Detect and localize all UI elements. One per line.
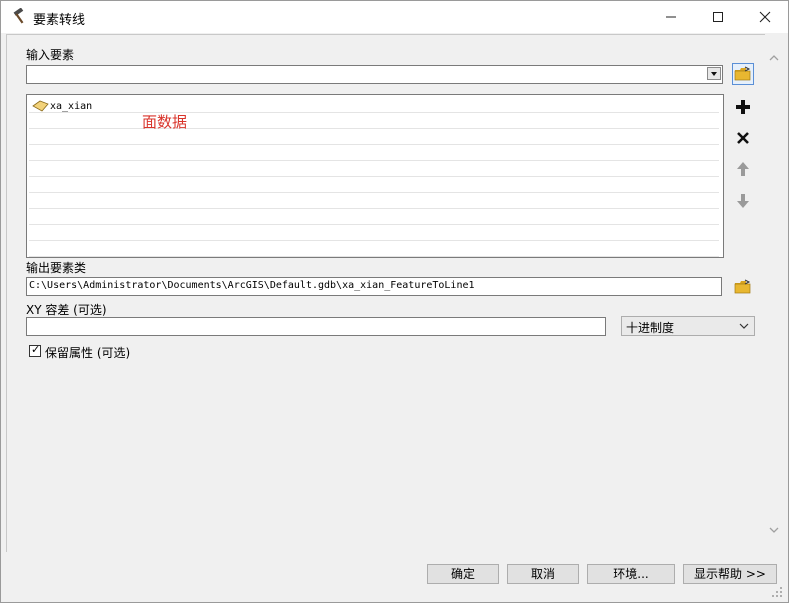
move-down-button[interactable] — [732, 190, 754, 212]
hammer-icon — [11, 7, 29, 26]
open-folder-icon — [734, 279, 751, 294]
list-row — [29, 97, 719, 113]
title-bar[interactable]: 要素转线 — [1, 1, 788, 33]
window-title: 要素转线 — [33, 13, 86, 28]
unit-select[interactable]: 十进制度 — [621, 316, 755, 336]
minimize-button[interactable] — [648, 1, 694, 33]
list-row — [29, 209, 719, 225]
checkmark-icon: ✓ — [31, 343, 41, 356]
annotation-text: 面数据 — [142, 113, 188, 131]
unit-select-value: 十进制度 — [626, 321, 675, 335]
list-row — [29, 225, 719, 241]
list-item[interactable]: xa_xian — [32, 98, 92, 114]
preserve-attributes-checkbox[interactable]: ✓ — [29, 343, 41, 357]
list-row — [29, 193, 719, 209]
move-up-button[interactable] — [732, 158, 754, 180]
combo-dropdown-button[interactable] — [707, 67, 721, 80]
chevron-down-icon — [711, 72, 717, 76]
minimize-icon — [666, 16, 676, 18]
polygon-layer-icon — [32, 100, 49, 112]
add-icon — [736, 100, 750, 114]
list-item-label: xa_xian — [50, 100, 93, 112]
scroll-down-icon[interactable] — [768, 524, 780, 536]
browse-output-button[interactable] — [732, 276, 754, 298]
chevron-down-icon — [739, 323, 749, 329]
move-down-icon — [737, 194, 749, 208]
input-features-list[interactable]: xa_xian — [26, 94, 724, 258]
close-button[interactable] — [742, 1, 788, 33]
xy-tolerance-label: XY 容差 (可选) — [26, 303, 107, 317]
add-button[interactable] — [732, 96, 754, 118]
input-features-label: 输入要素 — [26, 48, 75, 62]
browse-input-button[interactable] — [732, 63, 754, 85]
environments-button[interactable]: 环境... — [587, 564, 675, 584]
remove-icon — [737, 132, 749, 144]
show-help-button[interactable]: 显示帮助 >> — [683, 564, 777, 584]
scroll-up-icon[interactable] — [768, 52, 780, 64]
open-folder-icon — [734, 66, 751, 81]
preserve-attributes-label: 保留属性 (可选) — [45, 346, 131, 360]
tool-dialog: 要素转线 输入要素 xa_xian 面数据 输出要素类 C:\Users\Adm… — [0, 0, 789, 603]
list-row — [29, 161, 719, 177]
list-row — [29, 177, 719, 193]
input-features-combo[interactable] — [26, 65, 723, 84]
close-icon — [759, 11, 771, 23]
maximize-icon — [713, 12, 723, 22]
xy-tolerance-input[interactable] — [26, 317, 606, 336]
ok-button[interactable]: 确定 — [427, 564, 499, 584]
list-row — [29, 129, 719, 145]
remove-button[interactable] — [732, 127, 754, 149]
cancel-button[interactable]: 取消 — [507, 564, 579, 584]
list-row — [29, 145, 719, 161]
maximize-button[interactable] — [695, 1, 741, 33]
list-row — [29, 113, 719, 129]
vertical-scrollbar[interactable] — [765, 34, 783, 551]
output-path-field[interactable]: C:\Users\Administrator\Documents\ArcGIS\… — [26, 277, 722, 296]
resize-grip-icon[interactable] — [771, 586, 783, 598]
move-up-icon — [737, 162, 749, 176]
list-row — [29, 241, 719, 257]
output-label: 输出要素类 — [26, 261, 87, 275]
